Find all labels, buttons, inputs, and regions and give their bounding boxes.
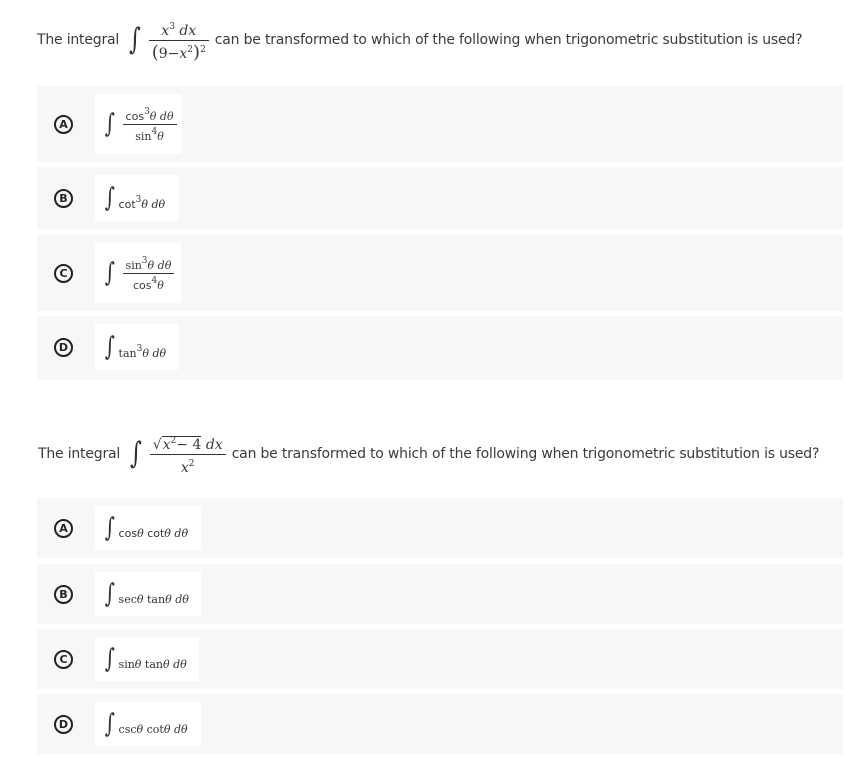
question-1-suffix: can be transformed to which of the follo… [214,32,803,48]
integrand-numerator: √x2− 4 dx [152,435,223,453]
fraction-numerator: sin3θ dθ [125,255,172,272]
option-letter-badge: D [54,338,73,357]
integrand-denominator: (9−x2)2 [151,41,206,63]
q1-option-b[interactable]: B ∫ cot3θ dθ [37,167,843,229]
integral-sign-icon: ∫ [104,709,115,739]
integral-sign-icon: ∫ [104,258,115,288]
fraction-denominator: cos4θ [133,275,164,292]
option-formula: ∫ sin3θ dθ cos4θ [95,243,181,303]
option-letter-badge: A [54,115,73,134]
question-1: The integral ∫ x3 dx (9−x2)2 can be tran… [0,10,863,70]
integral-sign-icon: ∫ [129,22,141,57]
integral-sign-icon: ∫ [104,579,115,609]
fraction-denominator: sin4θ [135,126,164,143]
q1-option-d[interactable]: D ∫ tan3θ dθ [37,316,843,380]
integral-sign-icon: ∫ [104,644,115,674]
integral-sign-icon: ∫ [130,436,142,471]
option-formula: ∫ cosθ cotθ dθ [95,506,201,550]
option-fraction: cos3θ dθ sin4θ [122,105,177,144]
question-1-integrand: x3 dx (9−x2)2 [148,18,209,63]
option-formula: ∫ tan3θ dθ [95,324,178,370]
option-letter-badge: D [54,715,73,734]
q2-option-d[interactable]: D ∫ cscθ cotθ dθ [37,694,843,754]
question-2-suffix: can be transformed to which of the follo… [231,446,820,462]
integrand-numerator: x3 dx [161,21,197,39]
option-letter-badge: B [54,585,73,604]
option-letter-badge: C [54,264,73,283]
option-formula: ∫ sinθ tanθ dθ [95,637,199,681]
option-formula: ∫ cot3θ dθ [95,175,178,221]
option-expression: cosθ cotθ dθ [118,526,189,540]
integral-sign-icon: ∫ [104,513,115,543]
q2-option-b[interactable]: B ∫ secθ tanθ dθ [37,564,843,624]
integral-sign-icon: ∫ [104,332,115,362]
q1-option-a[interactable]: A ∫ cos3θ dθ sin4θ [37,86,843,162]
option-expression: secθ tanθ dθ [118,592,189,606]
integral-sign-icon: ∫ [104,109,115,139]
option-formula: ∫ cos3θ dθ sin4θ [95,94,182,154]
option-expression: tan3θ dθ [118,344,167,360]
option-expression: cscθ cotθ dθ [118,722,188,736]
q1-option-c[interactable]: C ∫ sin3θ dθ cos4θ [37,235,843,311]
option-formula: ∫ cscθ cotθ dθ [95,702,201,746]
option-formula: ∫ secθ tanθ dθ [95,572,201,616]
option-letter-badge: A [54,519,73,538]
question-2-integrand: √x2− 4 dx x2 [149,432,226,477]
option-letter-badge: B [54,189,73,208]
integral-sign-icon: ∫ [104,183,115,213]
integrand-denominator: x2 [180,458,195,476]
question-1-prefix: The integral [37,32,120,48]
option-expression: cot3θ dθ [118,195,166,211]
q2-option-c[interactable]: C ∫ sinθ tanθ dθ [37,629,843,689]
sqrt-icon: √ [152,436,162,453]
option-expression: sinθ tanθ dθ [118,657,187,671]
question-2-prefix: The integral [38,446,121,462]
fraction-numerator: cos3θ dθ [125,106,174,123]
sqrt-radicand: x2− 4 [161,435,202,453]
q2-option-a[interactable]: A ∫ cosθ cotθ dθ [37,498,843,558]
question-2: The integral ∫ √x2− 4 dx x2 can be trans… [0,424,863,484]
option-letter-badge: C [54,650,73,669]
option-fraction: sin3θ dθ cos4θ [122,254,175,293]
